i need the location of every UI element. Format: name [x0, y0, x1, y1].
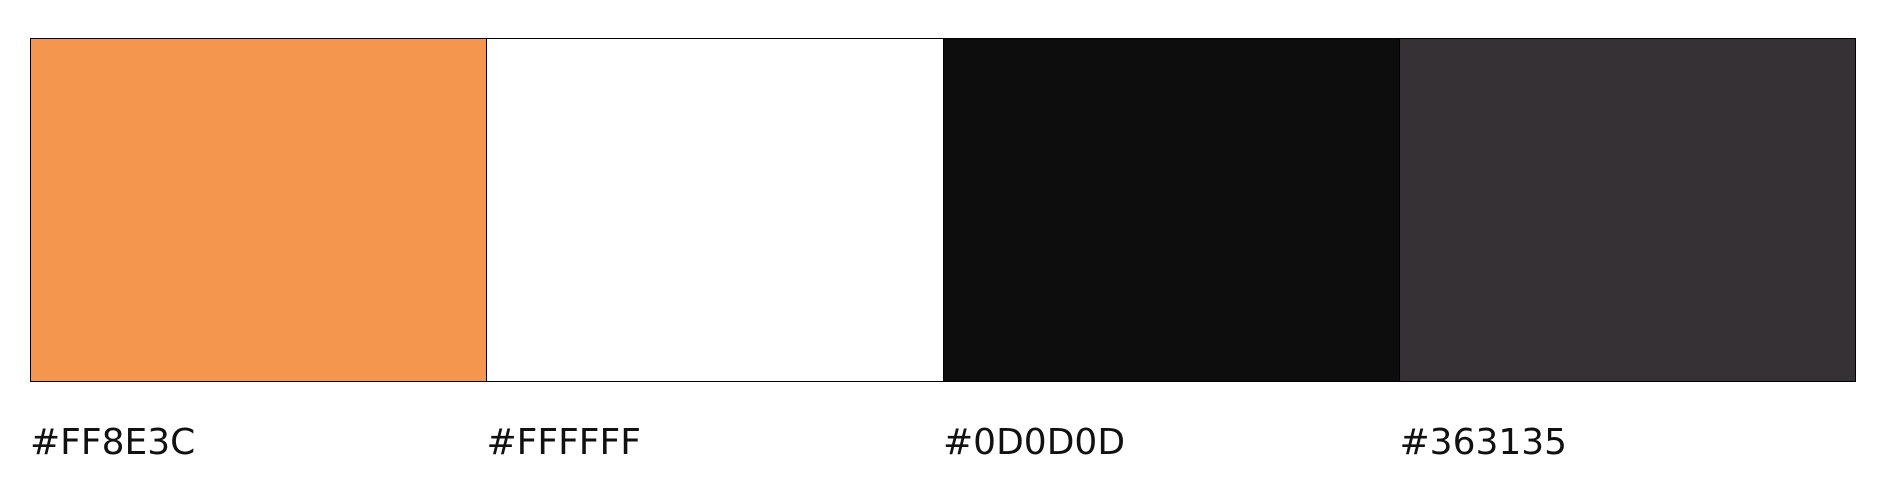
color-palette [30, 38, 1856, 382]
color-swatch-white [486, 39, 943, 381]
color-label-black: #0D0D0D [943, 422, 1126, 463]
color-label-dark-gray: #363135 [1399, 422, 1568, 463]
color-swatch-black [942, 39, 1399, 381]
color-swatch-dark-gray [1398, 39, 1855, 381]
color-swatch-orange [31, 39, 487, 381]
color-label-white: #FFFFFF [486, 422, 641, 463]
color-label-orange: #FF8E3C [30, 422, 196, 463]
color-labels: #FF8E3C #FFFFFF #0D0D0D #363135 [30, 420, 1856, 466]
